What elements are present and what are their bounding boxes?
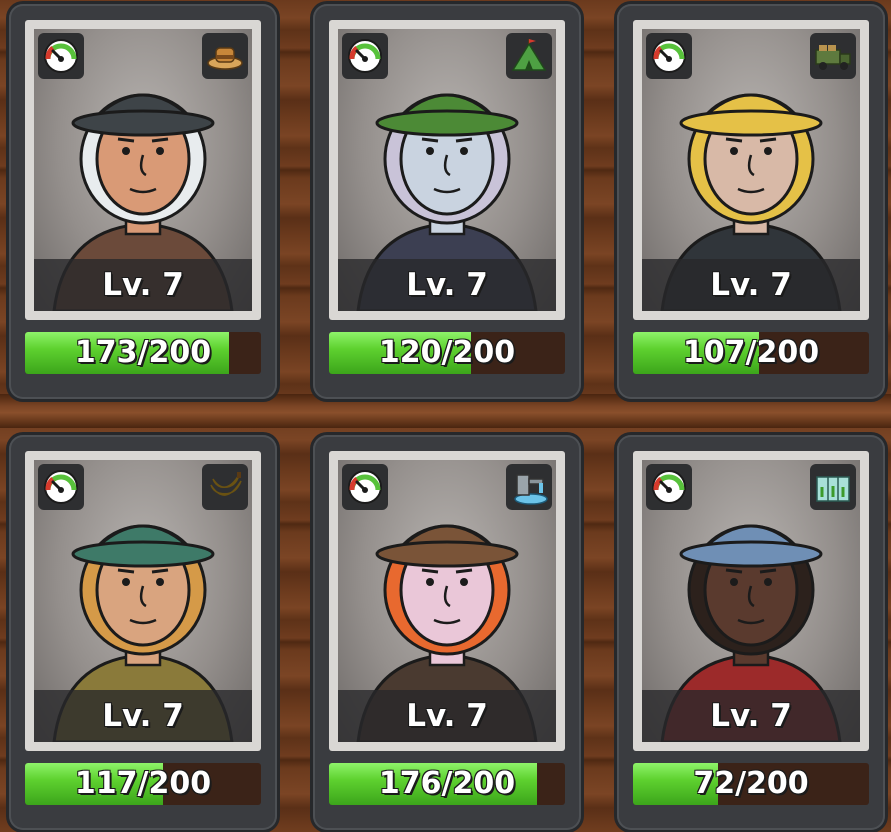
health-bar: 117/200 — [25, 763, 261, 805]
survivor-portrait: Lv. 7 — [338, 29, 556, 311]
survivor-portrait: Lv. 7 — [34, 29, 252, 311]
health-value: 117/200 — [74, 766, 212, 801]
happiness-gauge-icon[interactable] — [646, 33, 692, 79]
health-value: 72/200 — [693, 766, 809, 801]
survivor-card[interactable]: Lv. 7 173/200 — [9, 4, 277, 399]
survivor-portrait: Lv. 7 — [642, 460, 860, 742]
portrait-frame: Lv. 7 — [633, 20, 869, 320]
tent-icon[interactable] — [506, 33, 552, 79]
level-label: Lv. 7 — [102, 698, 184, 734]
level-label: Lv. 7 — [710, 698, 792, 734]
shelf-divider — [0, 394, 891, 428]
health-bar: 72/200 — [633, 763, 869, 805]
survivor-card[interactable]: Lv. 7 117/200 — [9, 435, 277, 830]
survivor-card[interactable]: Lv. 7 107/200 — [617, 4, 885, 399]
level-label: Lv. 7 — [406, 698, 488, 734]
straw-hat-icon[interactable] — [202, 33, 248, 79]
level-label: Lv. 7 — [710, 267, 792, 303]
health-bar: 176/200 — [329, 763, 565, 805]
health-value: 120/200 — [378, 335, 516, 370]
survivor-portrait: Lv. 7 — [642, 29, 860, 311]
survivor-portrait: Lv. 7 — [34, 460, 252, 742]
water-pump-icon[interactable] — [506, 464, 552, 510]
health-bar: 173/200 — [25, 332, 261, 374]
health-value: 107/200 — [682, 335, 820, 370]
portrait-frame: Lv. 7 — [25, 20, 261, 320]
survivor-portrait: Lv. 7 — [338, 460, 556, 742]
health-value: 176/200 — [378, 766, 516, 801]
portrait-frame: Lv. 7 — [329, 451, 565, 751]
happiness-gauge-icon[interactable] — [342, 464, 388, 510]
level-label: Lv. 7 — [406, 267, 488, 303]
health-value: 173/200 — [74, 335, 212, 370]
banana-icon[interactable] — [202, 464, 248, 510]
survivor-card[interactable]: Lv. 7 176/200 — [313, 435, 581, 830]
happiness-gauge-icon[interactable] — [646, 464, 692, 510]
truck-icon[interactable] — [810, 33, 856, 79]
happiness-gauge-icon[interactable] — [38, 33, 84, 79]
health-bar: 120/200 — [329, 332, 565, 374]
survivor-card[interactable]: Lv. 7 72/200 — [617, 435, 885, 830]
survivor-card[interactable]: Lv. 7 120/200 — [313, 4, 581, 399]
portrait-frame: Lv. 7 — [25, 451, 261, 751]
portrait-frame: Lv. 7 — [329, 20, 565, 320]
happiness-gauge-icon[interactable] — [38, 464, 84, 510]
level-label: Lv. 7 — [102, 267, 184, 303]
health-bar: 107/200 — [633, 332, 869, 374]
happiness-gauge-icon[interactable] — [342, 33, 388, 79]
greenhouse-icon[interactable] — [810, 464, 856, 510]
portrait-frame: Lv. 7 — [633, 451, 869, 751]
